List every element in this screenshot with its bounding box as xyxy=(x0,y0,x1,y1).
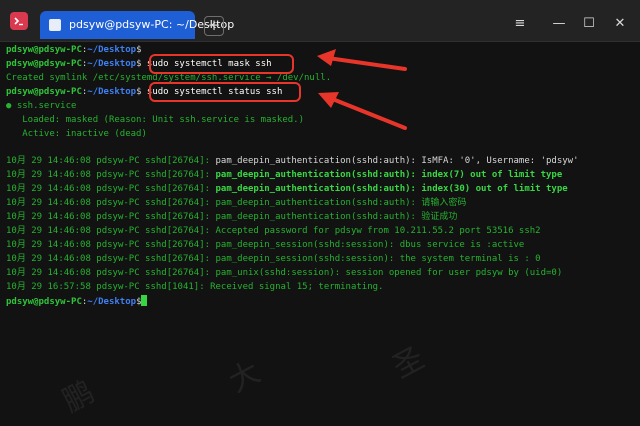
arrow-icon xyxy=(318,92,407,130)
arrow-icon xyxy=(317,49,407,71)
annotation-arrows xyxy=(317,49,407,130)
terminal-window: pdsyw@pdsyw-PC: ~/Desktop + ≡ — ☐ ✕ pdsy… xyxy=(0,0,640,426)
